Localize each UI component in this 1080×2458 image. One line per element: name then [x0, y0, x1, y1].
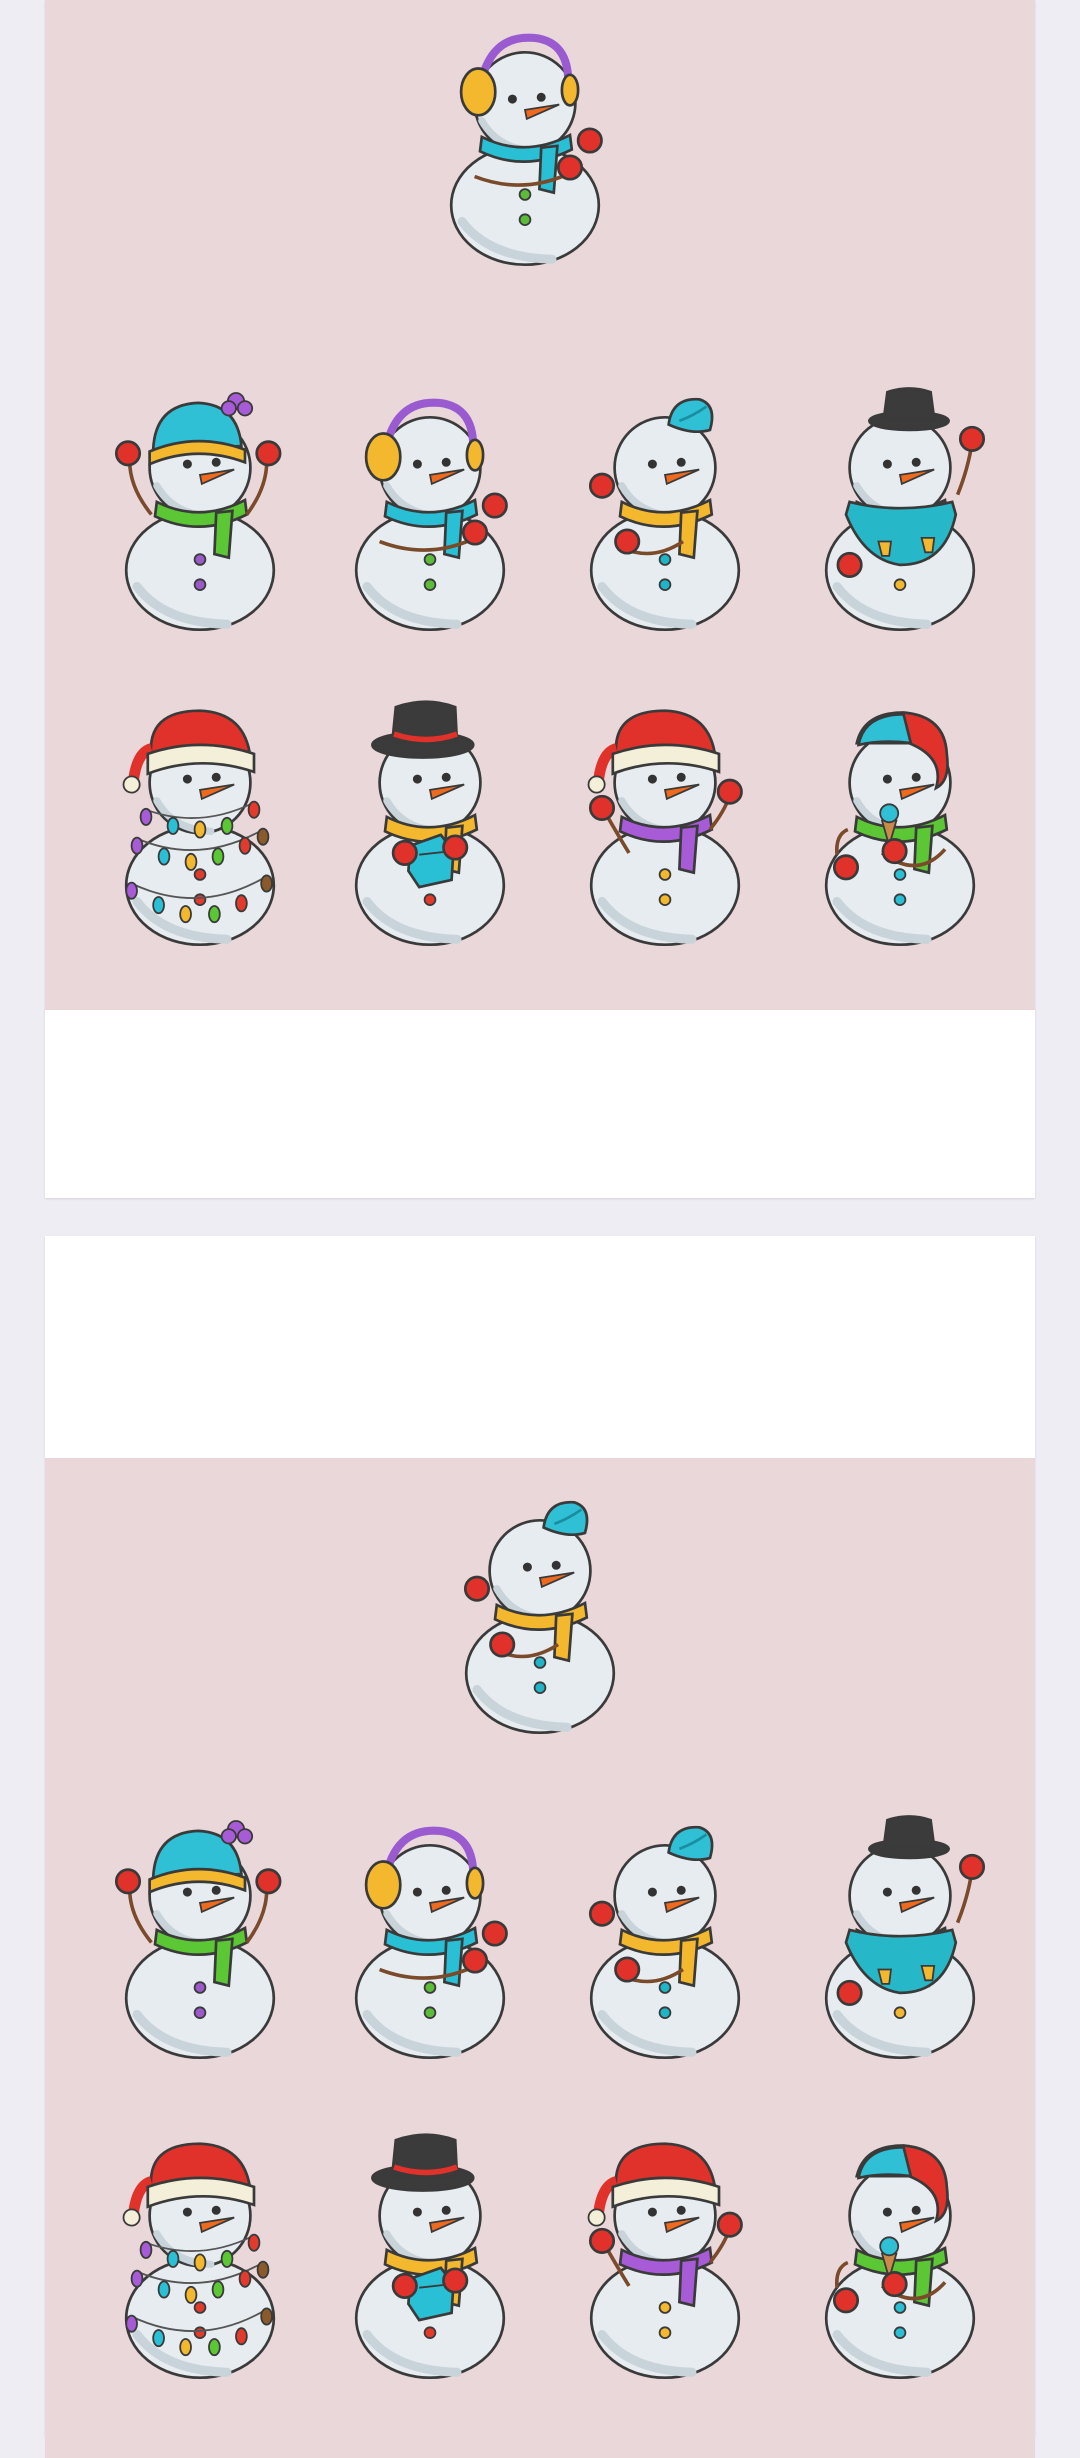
puzzle-panel [45, 0, 1035, 1010]
snowman-option-icecream[interactable] [810, 2123, 990, 2393]
target-snowman [435, 10, 615, 280]
snowman-option-cap[interactable] [575, 1803, 755, 2073]
snowman-option-beanie[interactable] [110, 1803, 290, 2073]
snowman-option-earmuffs[interactable] [340, 1803, 520, 2073]
snowman-option-gift[interactable] [340, 2123, 520, 2393]
snowman-option-earmuffs[interactable] [340, 375, 520, 645]
snowman-option-lights[interactable] [110, 690, 290, 960]
snowman-option-tophat[interactable] [810, 375, 990, 645]
snowman-option-beanie[interactable] [110, 375, 290, 645]
snowman-option-cap[interactable] [575, 375, 755, 645]
puzzle-card-2 [45, 1236, 1035, 2458]
snowman-option-santa[interactable] [575, 690, 755, 960]
snowman-option-gift[interactable] [340, 690, 520, 960]
snowman-option-tophat[interactable] [810, 1803, 990, 2073]
puzzle-panel [45, 1458, 1035, 2458]
puzzle-card-1 [45, 0, 1035, 1198]
snowman-option-lights[interactable] [110, 2123, 290, 2393]
snowman-option-santa[interactable] [575, 2123, 755, 2393]
target-snowman [450, 1478, 630, 1748]
snowman-option-icecream[interactable] [810, 690, 990, 960]
